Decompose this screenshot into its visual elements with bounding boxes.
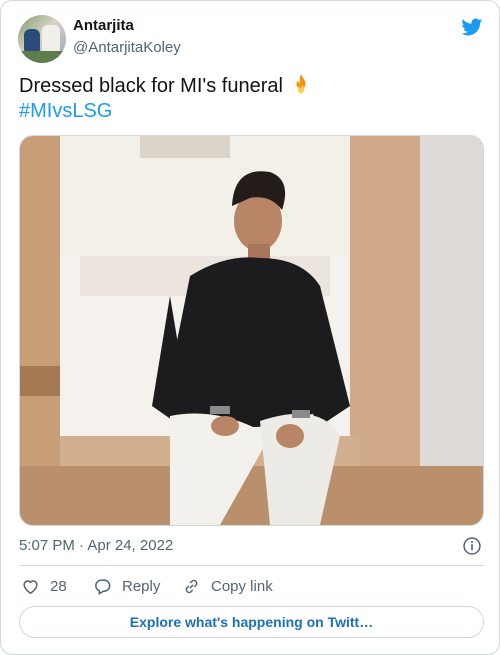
fire-emoji-icon [296,73,307,94]
author-name[interactable]: Antarjita [73,17,134,34]
explore-button[interactable]: Explore what's happening on Twitt… [19,606,484,638]
tweet-timestamp[interactable]: 5:07 PM · Apr 24, 2022 [19,537,173,554]
author-avatar[interactable] [18,15,66,63]
tweet-photo[interactable] [19,135,484,526]
author-handle[interactable]: @AntarjitaKoley [73,39,181,56]
divider [19,565,484,566]
reply-button[interactable]: Reply [93,575,160,597]
twitter-bird-icon[interactable] [459,16,484,38]
link-icon [185,579,198,593]
reply-label: Reply [122,577,161,595]
tweet-body: Dressed black for MI's funeral [19,75,283,97]
heart-icon [23,579,38,594]
hashtag-link[interactable]: #MIvsLSG [19,99,479,124]
copy-link-label: Copy link [211,577,273,595]
reply-bubble-icon [95,578,111,595]
like-button[interactable]: 28 [21,575,67,597]
copy-link-button[interactable]: Copy link [182,575,273,597]
photo-image [20,136,483,525]
tweet-card: Antarjita @AntarjitaKoley Dressed black … [0,0,500,655]
tweet-text: Dressed black for MI's funeral #MIvsLSG [19,73,479,124]
info-icon[interactable] [462,536,482,556]
like-count: 28 [50,577,67,595]
